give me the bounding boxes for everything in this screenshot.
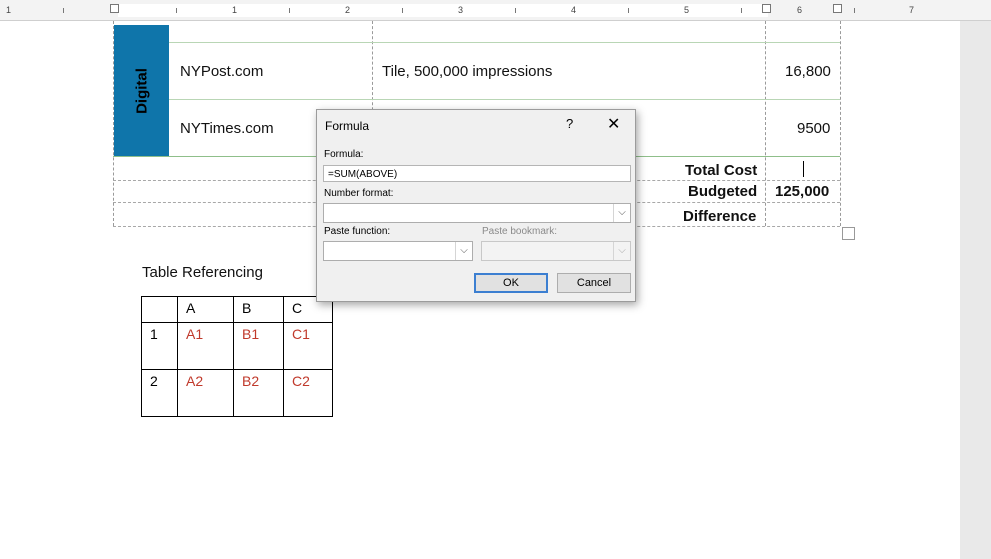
formula-input[interactable]: =SUM(ABOVE) [323,165,631,182]
right-indent-marker[interactable] [762,4,771,13]
ruler-tick [63,8,64,13]
category-label: Digital [133,67,150,114]
ruler-number: 6 [797,5,803,15]
ruler-text-area [118,4,768,17]
site-cell[interactable]: NYPost.com [180,63,263,80]
category-cell-digital[interactable]: Digital [114,25,169,156]
ruler-number: 3 [458,5,464,15]
ruler-tick [854,8,855,13]
difference-label: Difference [683,208,757,225]
horizontal-ruler[interactable]: 1 1 2 3 4 5 6 7 [0,0,991,21]
ruler-tick [515,8,516,13]
ruler-number: 4 [571,5,577,15]
table-row-line [169,99,840,100]
total-cost-label: Total Cost [685,162,758,179]
formula-label: Formula: [324,149,364,160]
close-icon[interactable]: ✕ [607,114,620,134]
page-gutter [960,21,991,559]
budgeted-value[interactable]: 125,000 [775,183,829,200]
table-cell[interactable]: B2 [233,369,284,417]
column-marker[interactable] [833,4,842,13]
table-cell[interactable] [141,296,178,323]
table-cell[interactable]: C2 [283,369,333,417]
ruler-tick [176,8,177,13]
chevron-down-icon[interactable]: ⌵ [613,204,630,222]
table-border [765,21,766,226]
table-cell[interactable]: A2 [177,369,234,417]
paste-function-label: Paste function: [324,226,391,237]
table-resize-handle[interactable] [842,227,855,240]
cost-cell[interactable]: 9500 [797,120,830,137]
ruler-number: 2 [345,5,351,15]
ruler-number: 5 [684,5,690,15]
ok-button[interactable]: OK [474,273,548,293]
help-icon[interactable]: ? [566,116,573,131]
chevron-down-icon[interactable]: ⌵ [613,242,630,260]
chevron-down-icon[interactable]: ⌵ [455,242,472,260]
cancel-button[interactable]: Cancel [557,273,631,293]
table-cell[interactable]: B1 [233,322,284,370]
table-cell[interactable]: A [177,296,234,323]
formula-dialog: Formula ? ✕ Formula: =SUM(ABOVE) Number … [316,109,636,302]
table-border [840,21,841,226]
paste-bookmark-label: Paste bookmark: [482,226,558,237]
ruler-tick [289,8,290,13]
ruler-tick [628,8,629,13]
dialog-title: Formula [325,119,370,133]
table-row-line [169,42,840,43]
number-format-label: Number format: [324,188,394,199]
ruler-number: 1 [232,5,238,15]
description-cell[interactable]: Tile, 500,000 impressions [382,63,552,80]
table-cell[interactable]: C1 [283,322,333,370]
budgeted-label: Budgeted [688,183,758,200]
paste-function-select[interactable]: ⌵ [323,241,473,261]
reference-title: Table Referencing [142,264,263,281]
table-cell[interactable]: B [233,296,284,323]
ruler-tick [402,8,403,13]
cost-cell[interactable]: 16,800 [785,63,831,80]
ruler-number: 7 [909,5,915,15]
reference-table: A B C 1 A1 B1 C1 2 A2 B2 C2 [141,296,333,417]
site-cell[interactable]: NYTimes.com [180,120,274,137]
ruler-tick [741,8,742,13]
text-cursor [803,161,804,177]
ruler-number: 1 [6,5,12,15]
table-cell[interactable]: 2 [141,369,178,417]
paste-bookmark-select[interactable]: ⌵ [481,241,631,261]
left-indent-marker[interactable] [110,4,119,13]
number-format-select[interactable]: ⌵ [323,203,631,223]
table-cell[interactable]: 1 [141,322,178,370]
table-cell[interactable]: A1 [177,322,234,370]
